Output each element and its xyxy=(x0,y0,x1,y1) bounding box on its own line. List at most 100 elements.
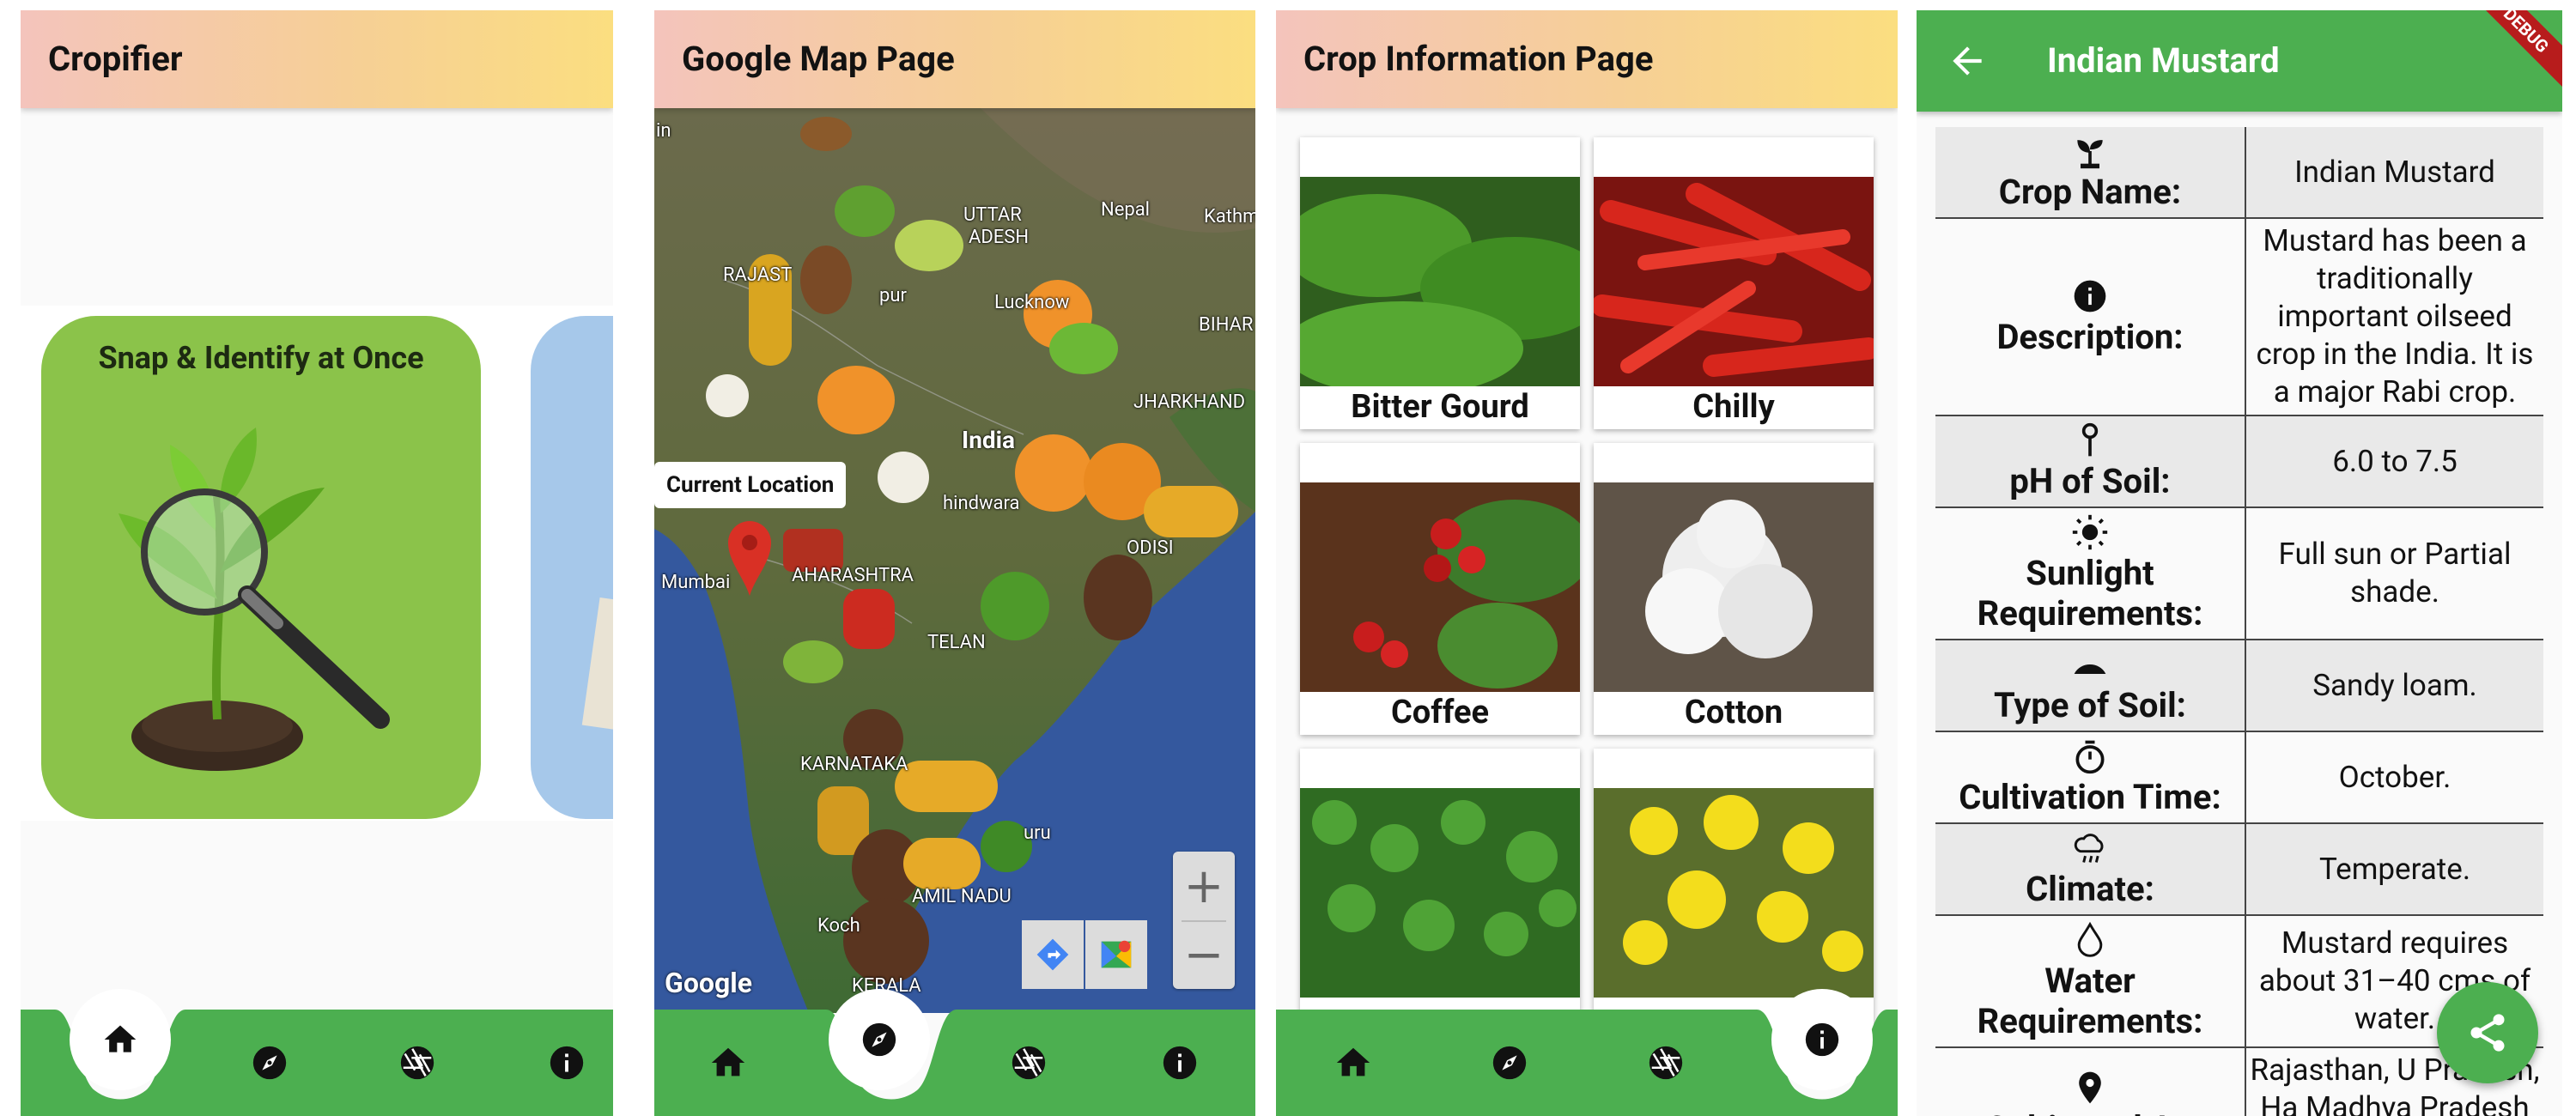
crop-marker[interactable] xyxy=(817,366,895,434)
directions-button[interactable] xyxy=(1022,920,1084,989)
nav-home[interactable] xyxy=(1327,1037,1379,1089)
row-label: pH of Soil: xyxy=(2009,461,2171,501)
map-label: TELAN xyxy=(927,632,986,653)
google-maps-icon xyxy=(1101,940,1132,968)
nav-info-active[interactable] xyxy=(1771,989,1873,1090)
table-row: Cultivation Time: October. xyxy=(1935,731,2543,824)
nav-map-active[interactable] xyxy=(829,989,930,1090)
info-icon xyxy=(2071,277,2109,315)
crop-marker[interactable] xyxy=(903,838,981,889)
climate-icon xyxy=(2074,834,2104,863)
app-bar: Crop Information Page xyxy=(1276,10,1898,108)
crop-card-coffee[interactable]: Coffee xyxy=(1300,443,1580,735)
zoom-out-button[interactable]: − xyxy=(1173,920,1235,989)
crop-marker[interactable] xyxy=(800,117,852,151)
crop-marker[interactable] xyxy=(800,246,852,314)
snap-identify-card[interactable]: Snap & Identify at Once xyxy=(41,316,481,819)
crop-marker[interactable] xyxy=(1144,486,1238,537)
nav-camera[interactable] xyxy=(1003,1037,1054,1089)
timer-icon xyxy=(2075,740,2105,774)
crop-card-bitter-gourd[interactable]: Bitter Gourd xyxy=(1300,137,1580,429)
crop-marker[interactable] xyxy=(843,589,895,649)
crop-info-screen: Crop Information Page Bitter Gourd Chill… xyxy=(1276,10,1898,1116)
crop-marker[interactable] xyxy=(895,220,963,271)
info-icon xyxy=(547,1043,586,1083)
crop-marker[interactable] xyxy=(783,640,843,683)
crop-marker[interactable] xyxy=(1049,323,1118,374)
crop-marker[interactable] xyxy=(843,898,929,984)
row-label: Cultivated At: xyxy=(1985,1108,2195,1116)
app-bar: Cropifier xyxy=(21,10,613,108)
map-label: uru xyxy=(1024,822,1051,844)
map-label: BIHAR xyxy=(1199,314,1254,336)
water-drop-icon xyxy=(2077,921,2103,957)
map-label: India xyxy=(962,426,1016,454)
crop-card-cotton[interactable]: Cotton xyxy=(1594,443,1874,735)
row-label: Cultivation Time: xyxy=(1959,777,2221,817)
bitter-gourd-image xyxy=(1300,177,1580,386)
crop-marker[interactable] xyxy=(1015,434,1092,512)
crop-card-fenugreek[interactable] xyxy=(1300,749,1580,1040)
crop-marker[interactable] xyxy=(878,452,929,503)
nav-map[interactable] xyxy=(244,1037,295,1089)
back-arrow-icon[interactable] xyxy=(1946,39,1989,82)
compass-icon xyxy=(860,1020,899,1059)
home-icon xyxy=(101,1021,139,1058)
table-row: Type of Soil: Sandy loam. xyxy=(1935,640,2543,732)
crop-name: Bitter Gourd xyxy=(1351,388,1529,426)
debug-banner: DEBUG xyxy=(2461,10,2562,95)
row-label-cell: Sunlight Requirements: xyxy=(1935,507,2246,640)
crop-marker[interactable] xyxy=(706,374,749,417)
open-in-maps-button[interactable] xyxy=(1085,920,1147,989)
crop-marker[interactable] xyxy=(835,185,895,237)
compass-icon xyxy=(1490,1043,1529,1083)
share-icon xyxy=(2470,1014,2505,1052)
bottom-nav xyxy=(654,989,1255,1116)
zoom-controls: + − xyxy=(1173,852,1235,989)
crop-marker[interactable] xyxy=(1084,555,1152,640)
map-label: Koch xyxy=(817,915,860,937)
nav-map[interactable] xyxy=(1484,1037,1535,1089)
row-label: Sunlight Requirements: xyxy=(1977,553,2203,634)
row-label-cell: Description: xyxy=(1935,218,2246,416)
camera-aperture-icon xyxy=(1009,1043,1048,1083)
nav-home-active[interactable] xyxy=(70,989,171,1090)
home-screen: Cropifier Snap & Identify at Once xyxy=(21,10,613,1116)
google-map[interactable]: Nepal Kathm UTTAR ADESH RAJAST Lucknow B… xyxy=(654,108,1255,1013)
nav-info[interactable] xyxy=(1154,1037,1206,1089)
location-marker-icon[interactable] xyxy=(725,517,775,597)
compass-icon xyxy=(250,1043,289,1083)
row-value: Full sun or Partial shade. xyxy=(2245,507,2543,640)
map-label: JHARKHAND xyxy=(1133,391,1246,413)
crop-card-chilly[interactable]: Chilly xyxy=(1594,137,1874,429)
nav-camera[interactable] xyxy=(392,1037,443,1089)
share-button[interactable] xyxy=(2437,982,2538,1083)
coffee-image xyxy=(1300,482,1580,692)
crop-marker[interactable] xyxy=(981,572,1049,640)
sprout-icon xyxy=(2077,140,2103,169)
app-bar: Google Map Page xyxy=(654,10,1255,108)
row-label-cell: Cultivated At: xyxy=(1935,1047,2246,1116)
current-location-tooltip[interactable]: Current Location xyxy=(654,462,847,508)
map-label: pur xyxy=(879,285,907,306)
info-icon xyxy=(1802,1020,1842,1059)
nav-home[interactable] xyxy=(702,1037,754,1089)
nav-info[interactable] xyxy=(541,1037,592,1089)
bottom-nav xyxy=(21,989,613,1116)
row-label: Description: xyxy=(1996,316,2184,357)
map-label: in xyxy=(656,120,671,142)
map-label: Nepal xyxy=(1101,199,1151,221)
crop-name: Chilly xyxy=(1692,388,1775,426)
map-label: AHARASHTRA xyxy=(792,565,914,586)
crop-marker[interactable] xyxy=(895,761,998,812)
map-label: RAJAST xyxy=(723,264,793,286)
row-label-cell: Cultivation Time: xyxy=(1935,731,2246,824)
zoom-in-button[interactable]: + xyxy=(1173,852,1235,920)
row-value: Mustard has been a traditionally importa… xyxy=(2245,218,2543,416)
crop-name: Cotton xyxy=(1684,694,1783,731)
bottom-nav xyxy=(1276,989,1898,1116)
directions-icon xyxy=(1036,938,1069,971)
next-banner-card[interactable] xyxy=(531,316,613,819)
nav-camera[interactable] xyxy=(1640,1037,1692,1089)
app-title: Cropifier xyxy=(48,39,183,79)
